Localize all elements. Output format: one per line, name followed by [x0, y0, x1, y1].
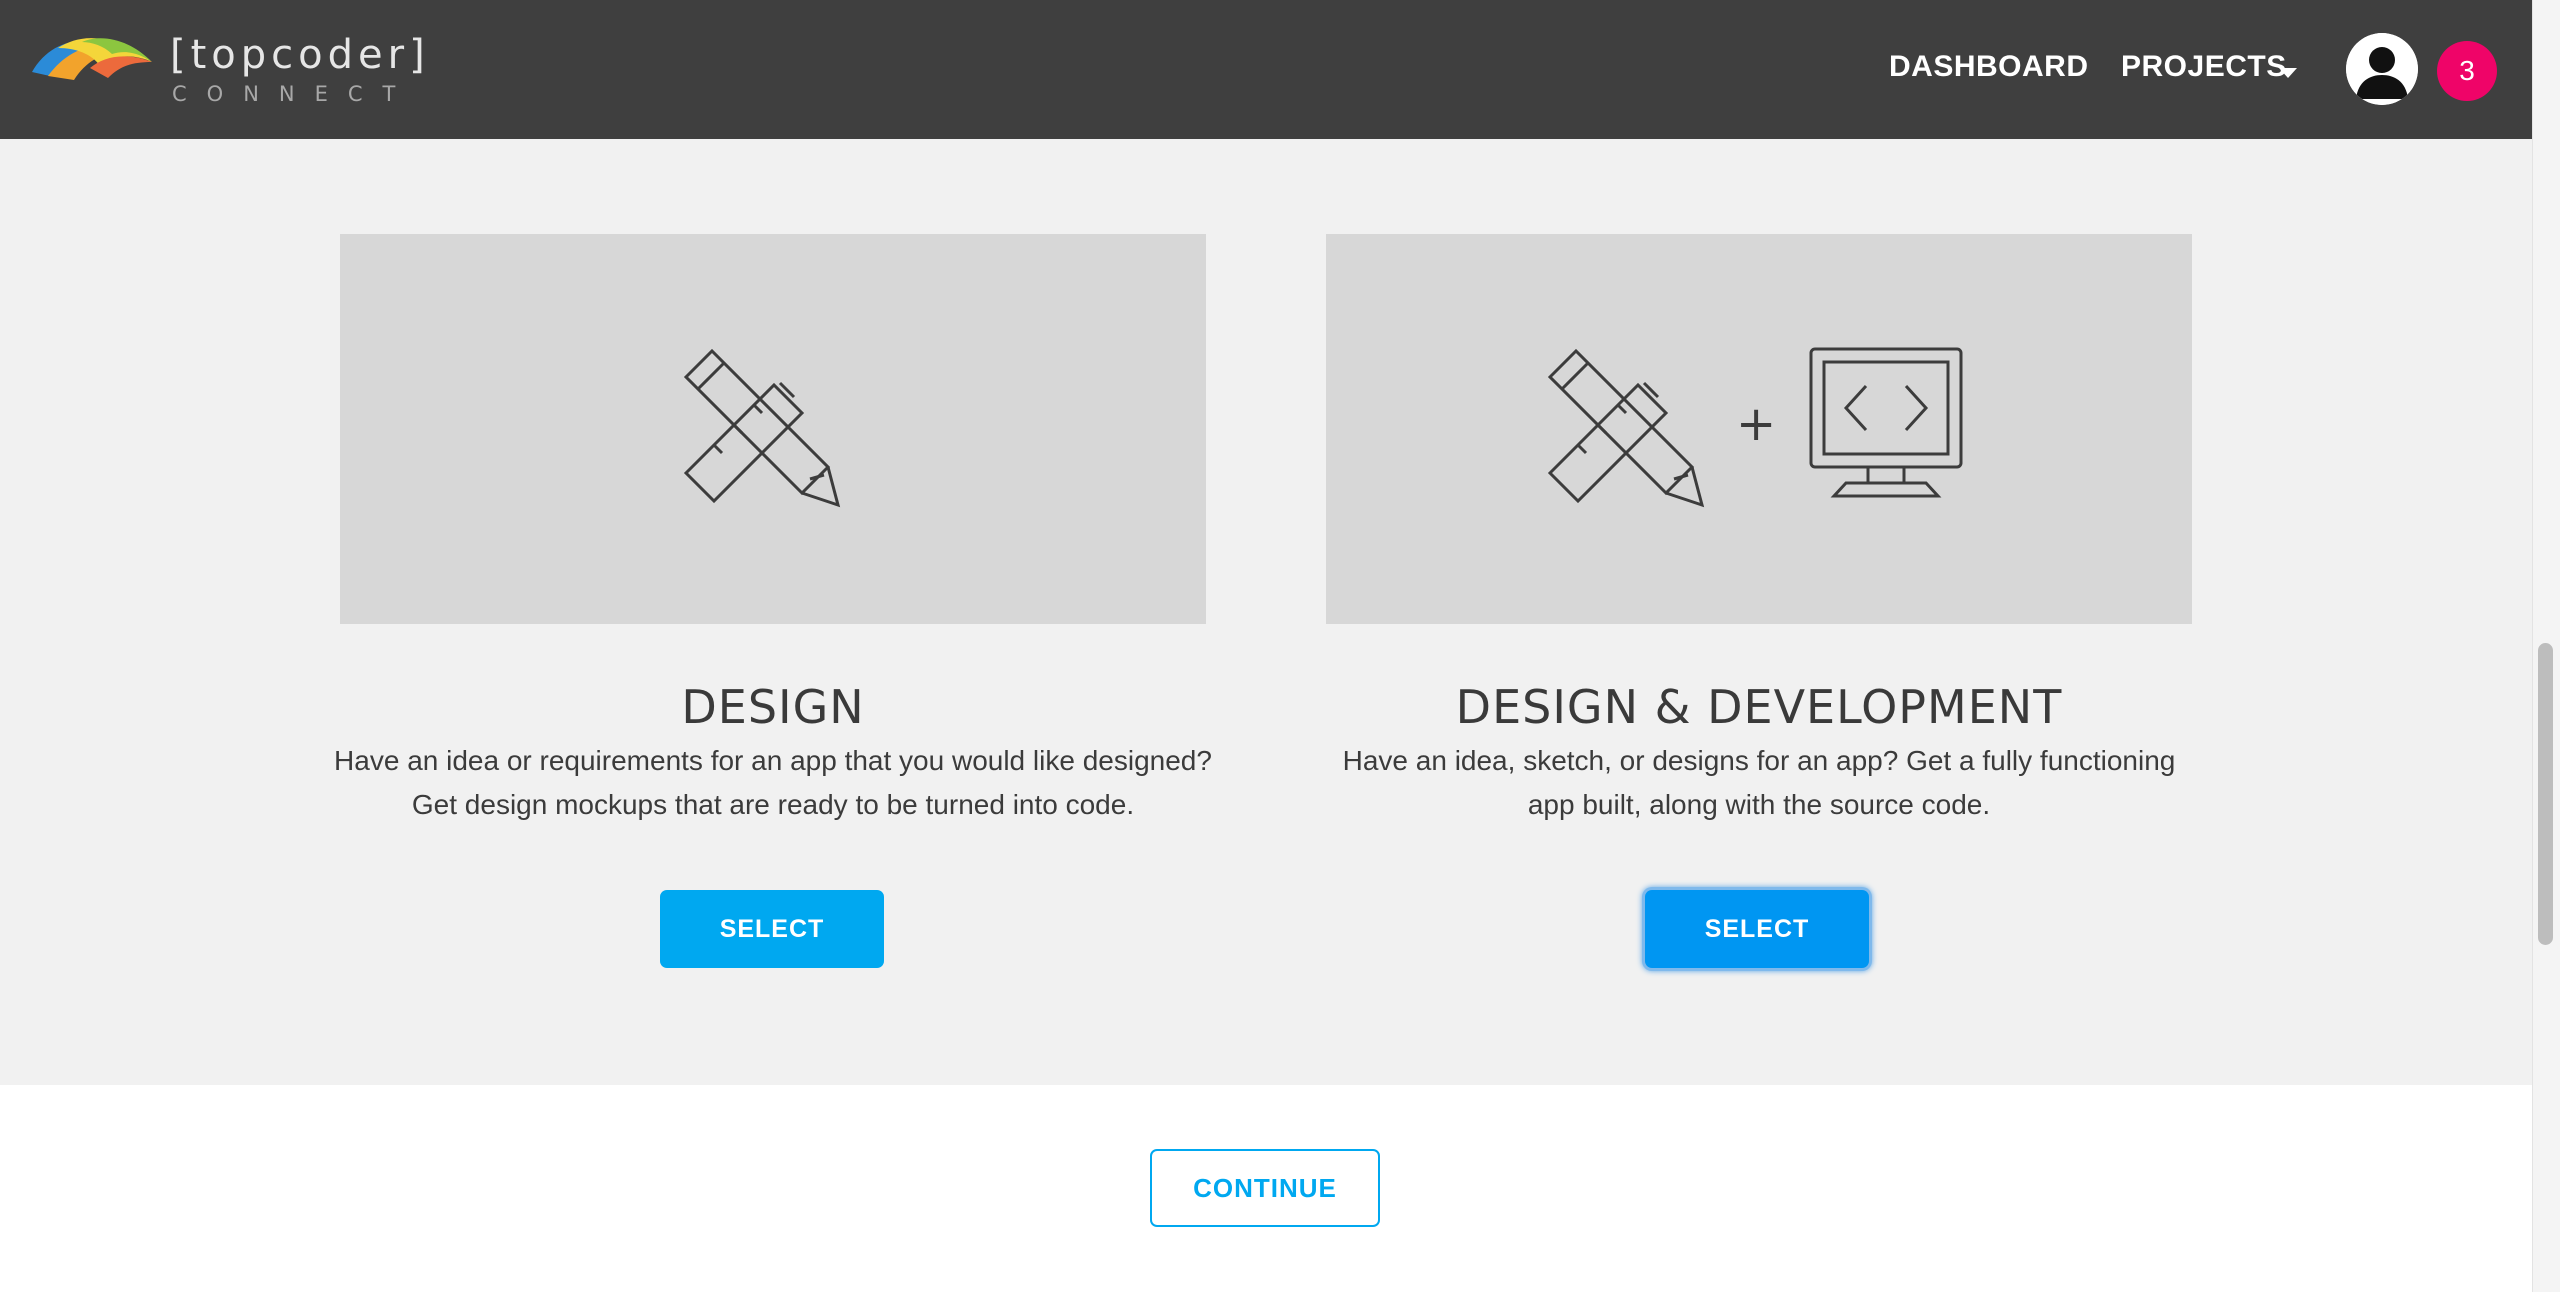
- logo-wordmark: [topcoder]: [170, 32, 430, 78]
- user-avatar-icon: [2346, 33, 2418, 105]
- select-design-button[interactable]: SELECT: [660, 890, 884, 968]
- card-description-design: Have an idea or requirements for an app …: [334, 745, 1212, 820]
- card-title-design-development: DESIGN & DEVELOPMENT: [1455, 680, 2063, 734]
- continue-button[interactable]: CONTINUE: [1150, 1149, 1380, 1227]
- card-description-design-development: Have an idea, sketch, or designs for an …: [1342, 745, 2176, 820]
- ruler-pencil-icon: [1548, 349, 1705, 508]
- code-monitor-icon: [1809, 347, 1963, 498]
- topcoder-connect-logo[interactable]: [topcoder] CONNECT: [30, 28, 425, 113]
- plus-sign: +: [1736, 396, 1777, 452]
- top-navigation-bar: [topcoder] CONNECT DASHBOARD PROJECTS 3: [0, 0, 2532, 139]
- card-image-design: [340, 234, 1206, 624]
- card-image-design-development: +: [1326, 234, 2192, 624]
- nav-projects-dropdown[interactable]: PROJECTS: [2121, 50, 2287, 84]
- notification-count-badge[interactable]: 3: [2437, 41, 2497, 101]
- card-title-design: DESIGN: [681, 680, 865, 734]
- page-scrollbar-thumb[interactable]: [2538, 643, 2553, 945]
- user-avatar[interactable]: [2346, 33, 2418, 105]
- logo-subtext: CONNECT: [172, 82, 416, 106]
- ruler-pencil-icon: [684, 349, 841, 508]
- chevron-down-icon[interactable]: [2279, 68, 2297, 78]
- topcoder-logo-icon: [32, 38, 152, 80]
- project-type-section: DESIGN Have an idea or requirements for …: [0, 139, 2532, 1085]
- select-design-development-button[interactable]: SELECT: [1645, 890, 1869, 968]
- nav-dashboard-link[interactable]: DASHBOARD: [1889, 50, 2089, 84]
